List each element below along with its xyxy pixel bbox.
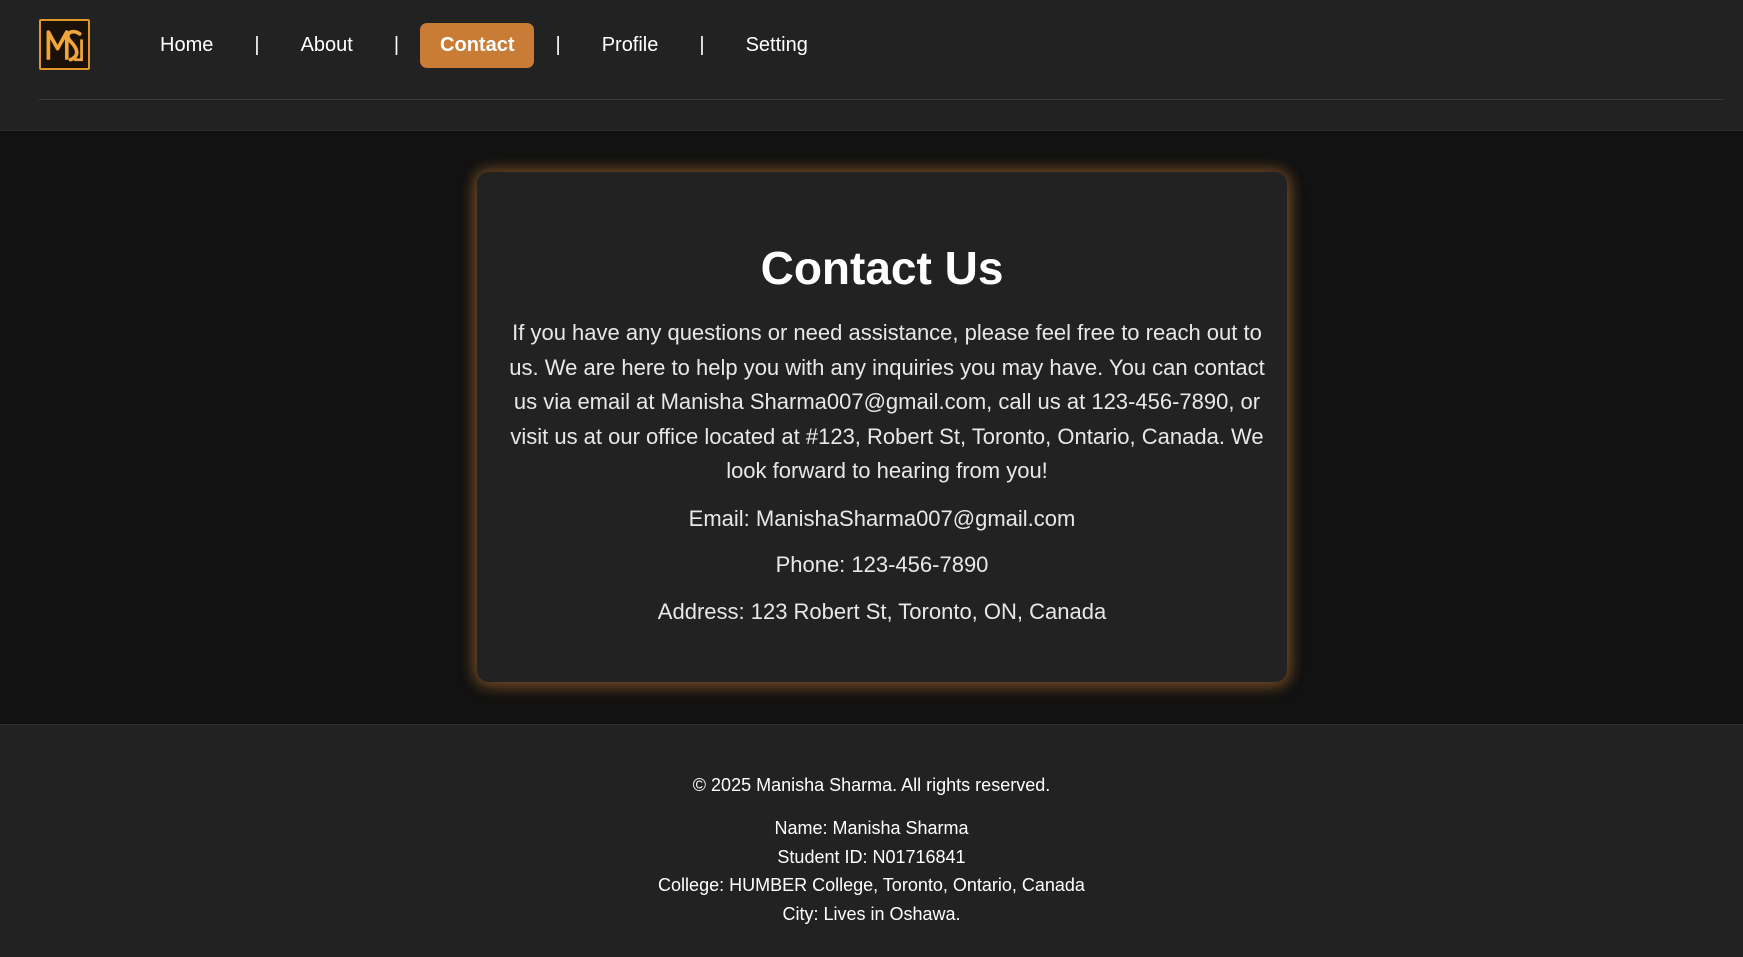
site-header: Home | About | Contact | Profile | Setti… <box>0 0 1743 131</box>
footer-college: College: HUMBER College, Toronto, Ontari… <box>658 875 1085 895</box>
main-nav: Home | About | Contact | Profile | Setti… <box>140 23 828 68</box>
nav-about-link[interactable]: About <box>281 23 373 68</box>
contact-email: Email: ManishaSharma007@gmail.com <box>688 505 1076 531</box>
nav-separator: | <box>699 34 705 56</box>
ms-logo-icon[interactable] <box>39 19 90 70</box>
footer-copyright: © 2025 Manisha Sharma. All rights reserv… <box>692 775 1051 795</box>
nav-separator: | <box>555 34 561 56</box>
contact-phone: Phone: 123-456-7890 <box>775 551 989 577</box>
nav-setting-link[interactable]: Setting <box>726 23 828 68</box>
contact-description: If you have any questions or need assist… <box>509 320 1265 483</box>
footer-info: Name: Manisha Sharma Student ID: N017168… <box>0 814 1743 928</box>
footer-name: Name: Manisha Sharma <box>774 818 969 838</box>
nav-home-link[interactable]: Home <box>140 23 233 68</box>
nav-profile-link[interactable]: Profile <box>582 23 679 68</box>
nav-separator: | <box>254 34 260 56</box>
main-content: Contact Us If you have any questions or … <box>0 132 1743 724</box>
site-footer: © 2025 Manisha Sharma. All rights reserv… <box>0 724 1743 957</box>
footer-city: City: Lives in Oshawa. <box>782 903 961 924</box>
contact-title: Contact Us <box>760 242 1004 294</box>
nav-contact-link[interactable]: Contact <box>420 23 535 68</box>
nav-separator: | <box>393 34 400 56</box>
contact-card: Contact Us If you have any questions or … <box>477 172 1287 682</box>
footer-student-id: Student ID: N01716841 <box>777 846 966 867</box>
header-divider <box>39 99 1723 100</box>
contact-address: Address: 123 Robert St, Toronto, ON, Can… <box>657 598 1107 624</box>
ms-monogram-graphic <box>41 21 88 68</box>
